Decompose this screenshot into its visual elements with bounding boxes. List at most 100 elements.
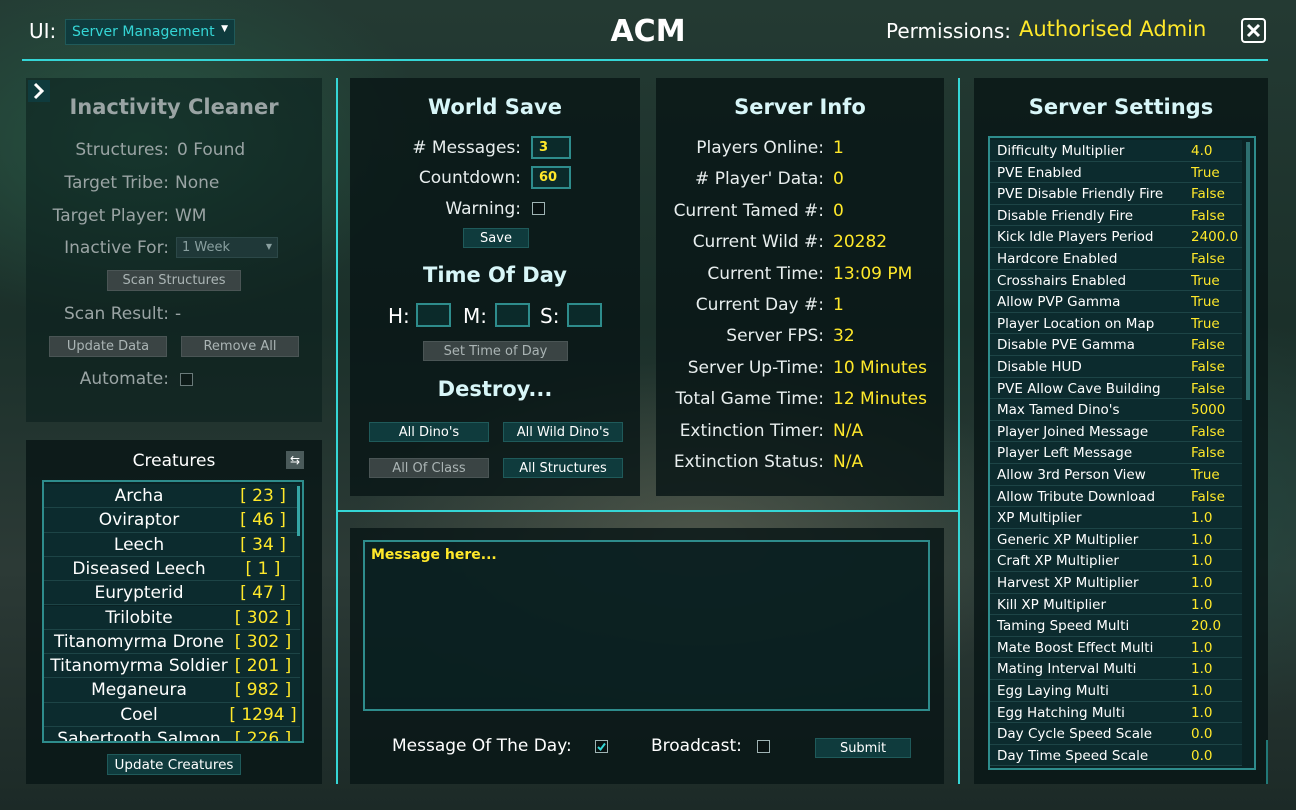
setting-row[interactable]: Allow 3rd Person View True xyxy=(990,464,1242,486)
message-textarea[interactable]: Message here... xyxy=(363,540,930,711)
creature-count: [ 1 ] xyxy=(245,558,281,579)
automate-checkbox[interactable] xyxy=(180,373,193,386)
setting-row[interactable]: Mating Interval Multi 1.0 xyxy=(990,658,1242,680)
destroy-all-structures-button[interactable]: All Structures xyxy=(503,458,623,478)
setting-row[interactable]: Taming Speed Multi 20.0 xyxy=(990,615,1242,637)
creature-name: Leech xyxy=(113,534,165,555)
warning-checkbox[interactable] xyxy=(532,202,545,215)
save-button[interactable]: Save xyxy=(463,228,529,248)
target-tribe-value: None xyxy=(175,173,220,193)
set-time-button[interactable]: Set Time of Day xyxy=(423,341,568,361)
info-label: Current Day #: xyxy=(695,295,824,315)
setting-name: Hardcore Enabled xyxy=(997,251,1118,267)
setting-row[interactable]: Craft XP Multiplier 1.0 xyxy=(990,550,1242,572)
setting-row[interactable]: Allow PVP Gamma True xyxy=(990,291,1242,313)
setting-row[interactable]: Max Tamed Dino's 5000 xyxy=(990,399,1242,421)
creature-name: Eurypterid xyxy=(94,583,184,604)
creature-row[interactable]: Coel [ 1294 ] xyxy=(44,702,300,727)
countdown-input[interactable]: 60 xyxy=(531,166,571,189)
destroy-all-wild-dinos-button[interactable]: All Wild Dino's xyxy=(503,422,623,442)
info-label: Players Online: xyxy=(696,138,824,158)
setting-name: Mating Interval Multi xyxy=(997,661,1137,678)
swap-icon: ⇆ xyxy=(289,453,301,467)
setting-name: Allow Tribute Download xyxy=(997,488,1156,505)
info-label: Extinction Timer: xyxy=(679,420,824,441)
broadcast-label: Broadcast: xyxy=(651,736,742,756)
info-label: Current Tamed #: xyxy=(673,200,824,221)
setting-row[interactable]: Egg Laying Multi 1.0 xyxy=(990,680,1242,702)
center-frame-divider xyxy=(336,510,960,512)
setting-row[interactable]: Mate Boost Effect Multi 1.0 xyxy=(990,636,1242,659)
setting-row[interactable]: Disable HUD False xyxy=(990,356,1242,378)
motd-checkbox[interactable] xyxy=(595,740,608,753)
info-value: 0 xyxy=(833,200,844,221)
creature-name: Trilobite xyxy=(105,607,173,628)
scan-structures-button[interactable]: Scan Structures xyxy=(107,270,241,291)
minute-input[interactable] xyxy=(495,303,530,327)
setting-row[interactable]: Crosshairs Enabled True xyxy=(990,269,1242,292)
setting-row[interactable]: Difficulty Multiplier 4.0 xyxy=(990,140,1242,162)
setting-row[interactable]: Harvest XP Multiplier 1.0 xyxy=(990,572,1242,594)
target-player-label: Target Player: xyxy=(52,206,169,226)
structures-value: 0 Found xyxy=(177,140,246,160)
setting-name: Kill XP Multiplier xyxy=(997,596,1107,613)
close-button[interactable] xyxy=(1241,18,1266,43)
setting-value: 1.0 xyxy=(1191,531,1213,548)
setting-row[interactable]: PVE Enabled True xyxy=(990,161,1242,184)
server-settings-list[interactable]: Difficulty Multiplier 4.0 PVE Enabled True P… xyxy=(988,136,1256,770)
setting-row[interactable]: Generic XP Multiplier 1.0 xyxy=(990,528,1242,551)
setting-row[interactable]: Player Location on Map True xyxy=(990,312,1242,335)
setting-name: Allow 3rd Person View xyxy=(997,467,1146,483)
message-placeholder: Message here... xyxy=(371,547,497,563)
destroy-all-dinos-button[interactable]: All Dino's xyxy=(369,422,489,442)
setting-row[interactable]: Kill XP Multiplier 1.0 xyxy=(990,593,1242,616)
setting-row[interactable]: PVE Allow Cave Building False xyxy=(990,377,1242,400)
swap-button[interactable]: ⇆ xyxy=(286,451,304,469)
setting-value: False xyxy=(1191,423,1225,440)
server-info-title: Server Info xyxy=(734,95,866,119)
setting-row[interactable]: Allow Tribute Download False xyxy=(990,485,1242,508)
header-divider xyxy=(22,59,1268,61)
second-input[interactable] xyxy=(567,303,602,327)
destroy-all-of-class-button[interactable]: All Of Class xyxy=(369,458,489,478)
setting-row[interactable]: PVE Disable Friendly Fire False xyxy=(990,183,1242,205)
info-value: 1 xyxy=(833,295,844,315)
app-title: ACM xyxy=(610,14,686,49)
hour-input[interactable] xyxy=(416,303,451,327)
creature-count: [ 1294 ] xyxy=(229,704,297,725)
setting-row[interactable]: Disable PVE Gamma False xyxy=(990,334,1242,356)
setting-row[interactable]: XP Multiplier 1.0 xyxy=(990,507,1242,529)
setting-row[interactable]: Day Time Speed Scale 0.0 xyxy=(990,744,1242,767)
remove-all-button[interactable]: Remove All xyxy=(181,336,299,357)
creatures-scrollbar[interactable] xyxy=(297,486,300,536)
setting-row[interactable]: Hardcore Enabled False xyxy=(990,248,1242,270)
setting-row[interactable]: Player Left Message False xyxy=(990,442,1242,464)
creature-row[interactable]: Titanomyrma Soldier [ 201 ] xyxy=(44,654,300,679)
update-creatures-button[interactable]: Update Creatures xyxy=(107,754,241,775)
creature-row[interactable]: Oviraptor [ 46 ] xyxy=(44,508,300,533)
creature-row[interactable]: Sabertooth Salmon [ 226 ] xyxy=(44,727,300,741)
creature-row[interactable]: Meganeura [ 982 ] xyxy=(44,678,300,703)
inactive-for-select[interactable]: 1 Week ▼ xyxy=(176,237,278,258)
broadcast-checkbox[interactable] xyxy=(757,740,770,753)
setting-row[interactable]: Player Joined Message False xyxy=(990,420,1242,443)
messages-input[interactable]: 3 xyxy=(531,136,571,159)
footer-edge xyxy=(1266,740,1268,784)
submit-button[interactable]: Submit xyxy=(815,738,911,758)
setting-row[interactable]: Kick Idle Players Period 2400.0 xyxy=(990,226,1242,248)
creature-row[interactable]: Leech [ 34 ] xyxy=(44,532,300,557)
setting-row[interactable]: Egg Hatching Multi 1.0 xyxy=(990,701,1242,724)
creature-row[interactable]: Eurypterid [ 47 ] xyxy=(44,581,300,606)
creatures-list[interactable]: Archa[ 23 ] Oviraptor[ 46 ] Leech[ 34 ] Dis… xyxy=(42,480,304,743)
ui-select[interactable]: Server Management ▼ xyxy=(65,19,235,45)
setting-row[interactable]: Day Cycle Speed Scale 0.0 xyxy=(990,723,1242,745)
creature-row[interactable]: Diseased Leech [ 1 ] xyxy=(44,556,300,582)
creature-row[interactable]: Archa [ 23 ] xyxy=(44,484,300,509)
info-label: Extinction Status: xyxy=(673,452,824,472)
setting-row[interactable]: Disable Friendly Fire False xyxy=(990,204,1242,227)
creature-row[interactable]: Titanomyrma Drone [ 302 ] xyxy=(44,629,300,655)
update-data-button[interactable]: Update Data xyxy=(49,336,167,357)
setting-value: 0.0 xyxy=(1191,726,1213,743)
creature-row[interactable]: Trilobite [ 302 ] xyxy=(44,605,300,630)
settings-scrollbar[interactable] xyxy=(1246,142,1250,400)
